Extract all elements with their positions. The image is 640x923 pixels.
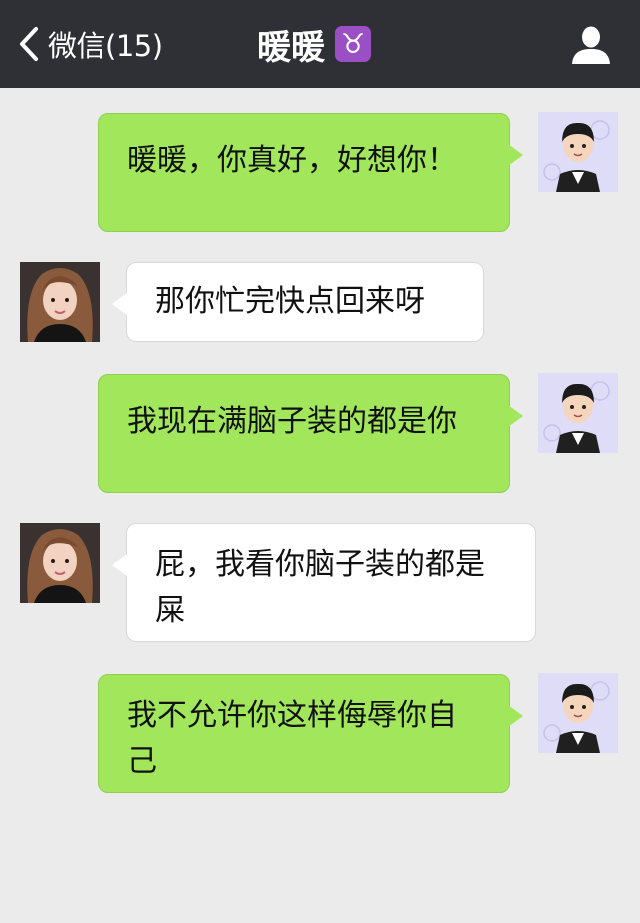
contact-message-bubble[interactable]: 屁，我看你脑子装的都是屎 [112, 523, 536, 642]
contact-avatar[interactable] [20, 523, 100, 603]
message-text: 暖暖，你真好，好想你！ [127, 143, 457, 178]
navigation-bar: 微信(15) 暖暖 ♉ [0, 0, 640, 88]
my-message-bubble[interactable]: 我现在满脑子装的都是你 [98, 374, 523, 493]
my-message-bubble[interactable]: 我不允许你这样侮辱你自己 [98, 674, 523, 793]
chat-area[interactable]: 暖暖，你真好，好想你！ 那你忙完快点回来呀 我现在满脑子装的都是你 屁，我看你脑… [0, 88, 640, 923]
my-avatar[interactable] [538, 373, 618, 453]
contact-info-button[interactable] [570, 24, 612, 66]
taurus-icon: ♉ [335, 26, 371, 62]
contact-message-bubble[interactable]: 那你忙完快点回来呀 [112, 262, 484, 342]
message-text: 我不允许你这样侮辱你自己 [127, 698, 457, 779]
message-text: 那你忙完快点回来呀 [155, 284, 425, 319]
contact-avatar[interactable] [20, 262, 100, 342]
contact-name: 暖暖 [257, 27, 325, 68]
person-icon [572, 26, 610, 64]
message-text: 屁，我看你脑子装的都是屎 [155, 547, 485, 628]
message-text: 我现在满脑子装的都是你 [127, 404, 457, 439]
chat-title: 暖暖 ♉ [0, 22, 640, 68]
my-avatar[interactable] [538, 673, 618, 753]
my-avatar[interactable] [538, 112, 618, 192]
my-message-bubble[interactable]: 暖暖，你真好，好想你！ [98, 113, 523, 232]
